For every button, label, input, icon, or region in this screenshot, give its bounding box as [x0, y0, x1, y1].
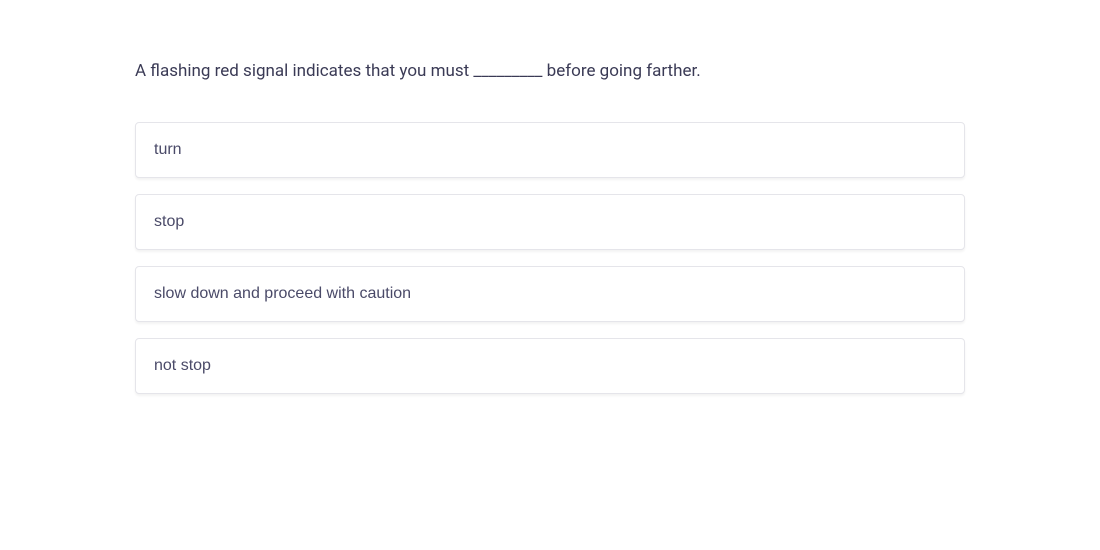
option-1[interactable]: turn: [135, 122, 965, 178]
question-text: A flashing red signal indicates that you…: [135, 60, 965, 84]
option-3[interactable]: slow down and proceed with caution: [135, 266, 965, 322]
options-list: turn stop slow down and proceed with cau…: [135, 122, 965, 394]
option-2[interactable]: stop: [135, 194, 965, 250]
option-4[interactable]: not stop: [135, 338, 965, 394]
